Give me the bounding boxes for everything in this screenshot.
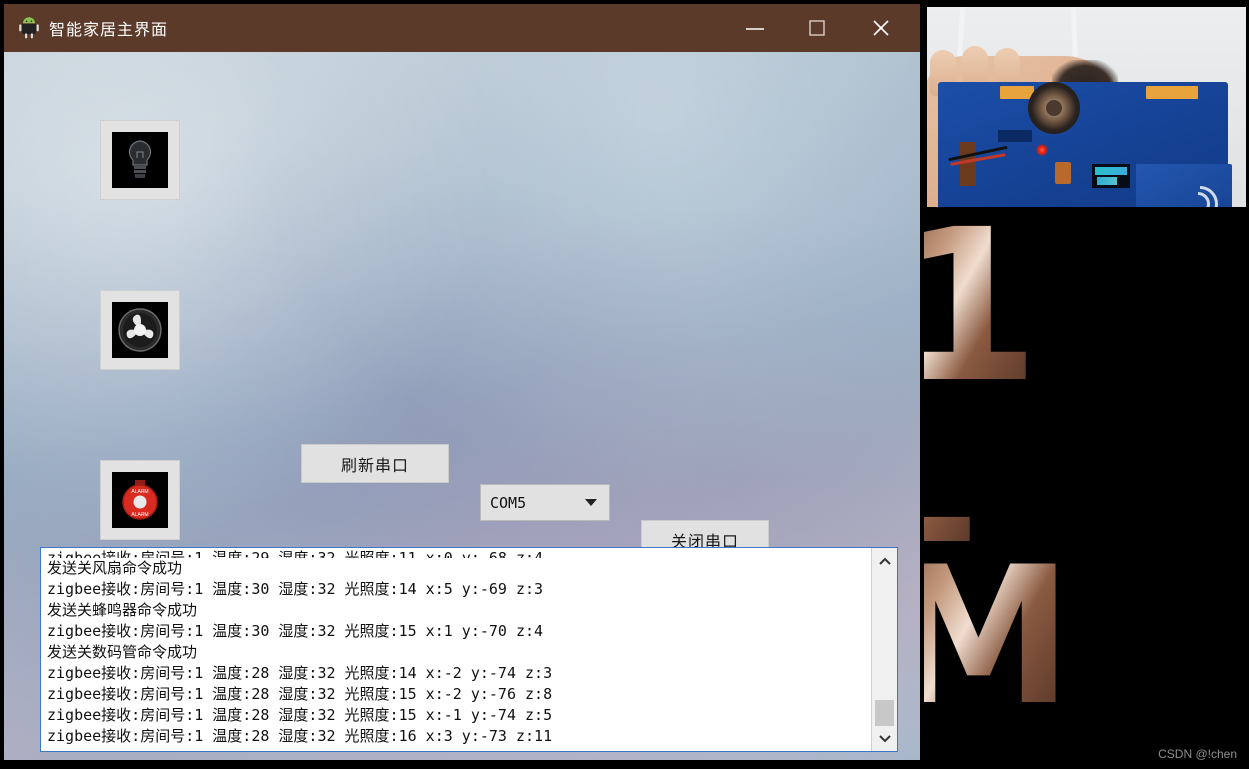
log-line: zigbee接收:房间号:1 温度:30 湿度:32 光照度:14 x:5 y:… — [47, 580, 544, 598]
application-window: 智能家居主界面 ALARM ALARM 刷新串口 COM5 关闭串口 zigbe… — [4, 4, 920, 760]
log-scrollbar[interactable] — [871, 548, 897, 751]
log-line: zigbee接收:房间号:1 温度:29 湿度:32 光照度:11 x:0 y:… — [47, 549, 544, 558]
chevron-down-icon — [585, 499, 597, 506]
log-line: 发送关风扇命令成功 — [47, 559, 183, 577]
alarm-buzzer-icon: ALARM ALARM — [112, 472, 168, 528]
background-poster: 1 L M CSDN @!chen — [924, 212, 1249, 769]
scroll-up-icon[interactable] — [872, 548, 897, 574]
maximize-button[interactable] — [786, 4, 848, 52]
log-line: 发送关蜂鸣器命令成功 — [47, 601, 198, 619]
svg-text:ALARM: ALARM — [131, 512, 148, 518]
scroll-down-icon[interactable] — [872, 725, 897, 751]
refresh-serial-button[interactable]: 刷新串口 — [301, 444, 449, 483]
fan-icon — [112, 302, 168, 358]
serial-port-select[interactable]: COM5 — [480, 484, 610, 521]
minimize-button[interactable] — [724, 4, 786, 52]
poster-letter: M — [924, 542, 1073, 732]
window-title: 智能家居主界面 — [49, 20, 169, 39]
device-button-light[interactable] — [100, 120, 180, 200]
log-line: 发送关数码管命令成功 — [47, 643, 198, 661]
close-button[interactable] — [850, 4, 912, 52]
poster-letter: 1 — [924, 212, 1040, 412]
light-bulb-icon — [112, 132, 168, 188]
log-output[interactable]: zigbee接收:房间号:1 温度:29 湿度:32 光照度:11 x:0 y:… — [40, 547, 898, 752]
screen: 智能家居主界面 ALARM ALARM 刷新串口 COM5 关闭串口 zigbe… — [0, 0, 1249, 769]
log-line: zigbee接收:房间号:1 温度:30 湿度:32 光照度:15 x:1 y:… — [47, 622, 544, 640]
log-line: zigbee接收:房间号:1 温度:28 湿度:32 光照度:15 x:-1 y… — [47, 706, 553, 724]
window-body: ALARM ALARM 刷新串口 COM5 关闭串口 zigbee接收:房间号:… — [4, 52, 920, 760]
log-lines: zigbee接收:房间号:1 温度:29 湿度:32 光照度:11 x:0 y:… — [41, 548, 871, 751]
device-button-fan[interactable] — [100, 290, 180, 370]
svg-text:ALARM: ALARM — [131, 489, 148, 495]
title-bar: 智能家居主界面 — [4, 4, 920, 52]
log-line: zigbee接收:房间号:1 温度:28 湿度:32 光照度:16 x:3 y:… — [47, 727, 553, 745]
scrollbar-thumb[interactable] — [875, 700, 894, 726]
watermark: CSDN @!chen — [1158, 747, 1237, 761]
serial-port-value: COM5 — [490, 493, 527, 512]
video-frame — [924, 4, 1249, 210]
android-robot-icon — [18, 17, 40, 39]
camera-feed — [924, 4, 1249, 210]
temperature-label: 温 度: 28 ℃ — [301, 756, 920, 760]
log-line: zigbee接收:房间号:1 温度:28 湿度:32 光照度:14 x:-2 y… — [47, 664, 553, 682]
device-button-buzzer[interactable]: ALARM ALARM — [100, 460, 180, 540]
log-line: zigbee接收:房间号:1 温度:28 湿度:32 光照度:15 x:-2 y… — [47, 685, 553, 703]
